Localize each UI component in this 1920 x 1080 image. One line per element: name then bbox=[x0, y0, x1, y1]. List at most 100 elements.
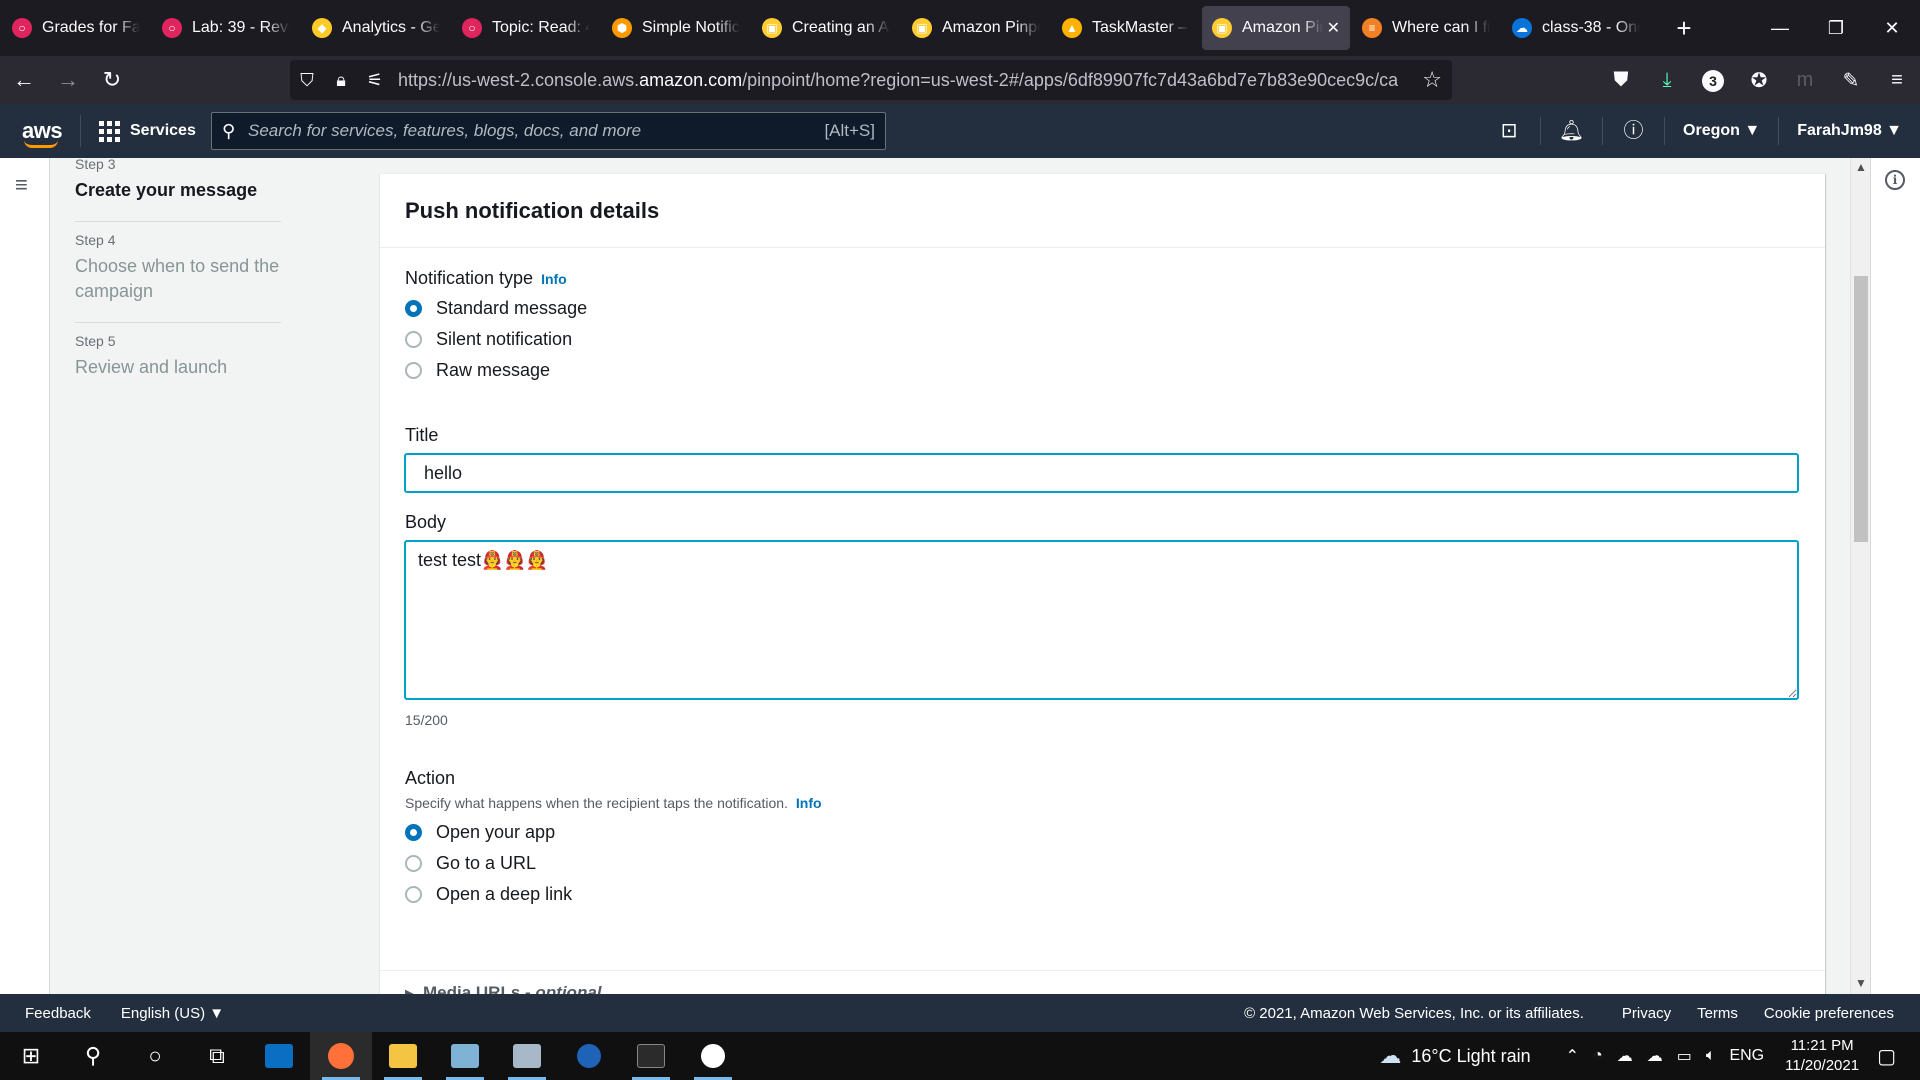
aws-search-box[interactable]: ⚲ [Alt+S] bbox=[211, 112, 886, 150]
cookie-icon[interactable]: ✪ bbox=[1736, 68, 1782, 93]
services-menu[interactable]: Services bbox=[99, 120, 196, 142]
onedrive-icon[interactable]: ☁ bbox=[1617, 1046, 1633, 1066]
notification-center-icon[interactable]: ▢ bbox=[1877, 1044, 1896, 1069]
browser-tab[interactable]: ▣ Creating an Ar bbox=[752, 6, 900, 50]
pen-icon[interactable]: ✎ bbox=[1828, 68, 1874, 93]
radio-standard-message[interactable]: Standard message bbox=[405, 293, 1800, 324]
extension-badge[interactable]: 3 bbox=[1690, 69, 1736, 92]
minimize-icon[interactable]: — bbox=[1752, 0, 1808, 56]
volume-icon[interactable]: 🔈︎ bbox=[1706, 1047, 1716, 1065]
caret-right-icon: ▶ bbox=[405, 986, 415, 994]
cookie-preferences-link[interactable]: Cookie preferences bbox=[1764, 1005, 1894, 1022]
terminal-app-icon[interactable] bbox=[620, 1032, 682, 1080]
menu-icon[interactable]: ≡ bbox=[1874, 69, 1920, 92]
task-view-icon[interactable]: ⧉ bbox=[186, 1032, 248, 1080]
notification-type-info-link[interactable]: Info bbox=[541, 271, 567, 287]
back-icon[interactable]: ← bbox=[4, 60, 44, 100]
lock-icon[interactable]: 🔒︎ bbox=[324, 70, 358, 91]
radio-unselected-icon[interactable] bbox=[405, 886, 422, 903]
permissions-icon[interactable]: ⚟ bbox=[358, 70, 392, 91]
radio-go-to-url[interactable]: Go to a URL bbox=[405, 848, 1800, 879]
wizard-step-5[interactable]: Step 5 Review and launch bbox=[75, 323, 281, 398]
browser-tab[interactable]: ◆ Analytics - Get bbox=[302, 6, 450, 50]
cloud-icon[interactable]: ☁ bbox=[1647, 1046, 1663, 1066]
terms-link[interactable]: Terms bbox=[1697, 1005, 1738, 1022]
restore-icon[interactable]: ❐ bbox=[1808, 0, 1864, 56]
battery-icon[interactable]: ▭ bbox=[1677, 1046, 1692, 1066]
action-info-link[interactable]: Info bbox=[796, 795, 822, 811]
clock[interactable]: 11:21 PM 11/20/2021 bbox=[1785, 1036, 1859, 1076]
pocket-icon[interactable]: ⛊ bbox=[1598, 69, 1644, 92]
bookmark-star-icon[interactable]: ☆ bbox=[1422, 67, 1442, 93]
toolbar-buttons: ⛊ ⤓ 3 ✪ m ✎ ≡ bbox=[1598, 56, 1920, 104]
scroll-up-icon[interactable]: ▲ bbox=[1855, 160, 1867, 174]
browser-tab[interactable]: ○ Grades for Far bbox=[2, 6, 150, 50]
browser-tab[interactable]: ≡ Where can I fin bbox=[1352, 6, 1500, 50]
account-menu[interactable]: FarahJm98 ▼ bbox=[1778, 117, 1920, 145]
cloudshell-icon[interactable]: ⊡ bbox=[1478, 117, 1540, 145]
title-input[interactable] bbox=[405, 454, 1798, 492]
wizard-step-4[interactable]: Step 4 Choose when to send the campaign bbox=[75, 222, 281, 323]
browser-tab[interactable]: ⬢ Simple Notific bbox=[602, 6, 750, 50]
browser-tab[interactable]: ▣ Amazon Pinpo bbox=[902, 6, 1050, 50]
forward-icon[interactable]: → bbox=[48, 60, 88, 100]
url-text[interactable]: https://us-west-2.console.aws.amazon.com… bbox=[398, 70, 1398, 91]
radio-silent-notification[interactable]: Silent notification bbox=[405, 324, 1800, 355]
help-icon[interactable]: ⓘ bbox=[1602, 117, 1664, 145]
radio-selected-icon[interactable] bbox=[405, 300, 422, 317]
language-indicator[interactable]: ENG bbox=[1729, 1047, 1764, 1065]
notepad-app-icon[interactable] bbox=[434, 1032, 496, 1080]
media-urls-expander[interactable]: ▶ Media URLs - optional bbox=[380, 970, 1825, 994]
downloads-icon[interactable]: ⤓ bbox=[1644, 69, 1690, 92]
language-selector[interactable]: English (US) ▼ bbox=[121, 1005, 224, 1022]
new-tab-button[interactable]: + bbox=[1668, 13, 1700, 44]
extension-icon[interactable]: m bbox=[1782, 69, 1828, 92]
radio-open-your-app[interactable]: Open your app bbox=[405, 817, 1800, 848]
browser-nav-bar: ← → ↻ ⛉ 🔒︎ ⚟ https://us-west-2.console.a… bbox=[0, 56, 1920, 104]
wifi-icon[interactable]: ◔ bbox=[1593, 1047, 1603, 1065]
aws-search-input[interactable] bbox=[248, 121, 808, 141]
radio-unselected-icon[interactable] bbox=[405, 362, 422, 379]
android-studio-icon[interactable] bbox=[682, 1032, 744, 1080]
weather-widget[interactable]: ☁ 16°C Light rain bbox=[1379, 1043, 1530, 1069]
feedback-link[interactable]: Feedback bbox=[25, 1005, 91, 1022]
browser-tab[interactable]: ☁ class-38 - One bbox=[1502, 6, 1650, 50]
scroll-down-icon[interactable]: ▼ bbox=[1855, 976, 1867, 990]
firefox-app-icon[interactable] bbox=[310, 1032, 372, 1080]
address-bar[interactable]: ⛉ 🔒︎ ⚟ https://us-west-2.console.aws.ama… bbox=[290, 60, 1452, 100]
close-tab-icon[interactable]: ✕ bbox=[1323, 18, 1340, 38]
cortana-icon[interactable]: ○ bbox=[124, 1032, 186, 1080]
tab-label: Grades for Far bbox=[42, 19, 140, 36]
file-explorer-icon[interactable] bbox=[372, 1032, 434, 1080]
window-close-icon[interactable]: ✕ bbox=[1864, 0, 1920, 56]
rain-cloud-icon: ☁ bbox=[1379, 1043, 1402, 1068]
wizard-step-3[interactable]: Step 3 Create your message bbox=[75, 158, 281, 222]
region-selector[interactable]: Oregon ▼ bbox=[1664, 117, 1778, 145]
notifications-bell-icon[interactable]: 🔔︎ bbox=[1540, 117, 1602, 145]
tab-favicon-icon: ⬢ bbox=[612, 18, 632, 38]
page-scrollbar[interactable]: ▲ ▼ bbox=[1850, 158, 1870, 994]
radio-open-deep-link[interactable]: Open a deep link bbox=[405, 879, 1800, 910]
radio-unselected-icon[interactable] bbox=[405, 331, 422, 348]
radio-raw-message[interactable]: Raw message bbox=[405, 355, 1800, 386]
browser-tab[interactable]: ○ Lab: 39 - Revie bbox=[152, 6, 300, 50]
chevron-up-icon[interactable]: ⌃ bbox=[1566, 1046, 1579, 1066]
hamburger-menu-icon[interactable]: ≡ bbox=[15, 172, 28, 198]
radio-selected-icon[interactable] bbox=[405, 824, 422, 841]
intellij-app-icon[interactable] bbox=[558, 1032, 620, 1080]
info-icon[interactable]: i bbox=[1885, 170, 1905, 190]
snipping-tool-icon[interactable] bbox=[496, 1032, 558, 1080]
body-textarea[interactable]: test test🧑‍🚒🧑‍🚒🧑‍🚒 bbox=[405, 541, 1798, 699]
scrollbar-thumb[interactable] bbox=[1854, 276, 1868, 542]
aws-logo[interactable]: aws bbox=[22, 118, 63, 148]
reload-icon[interactable]: ↻ bbox=[92, 60, 132, 100]
browser-tab[interactable]: ▣ Amazon Pin ✕ bbox=[1202, 6, 1350, 50]
mail-app-icon[interactable] bbox=[248, 1032, 310, 1080]
windows-start-icon[interactable]: ⊞ bbox=[0, 1032, 62, 1080]
radio-unselected-icon[interactable] bbox=[405, 855, 422, 872]
browser-tab[interactable]: ○ Topic: Read: 4 bbox=[452, 6, 600, 50]
search-icon[interactable]: ⚲ bbox=[62, 1032, 124, 1080]
privacy-link[interactable]: Privacy bbox=[1622, 1005, 1671, 1022]
shield-icon[interactable]: ⛉ bbox=[290, 70, 324, 91]
browser-tab[interactable]: ▲ TaskMaster – P bbox=[1052, 6, 1200, 50]
